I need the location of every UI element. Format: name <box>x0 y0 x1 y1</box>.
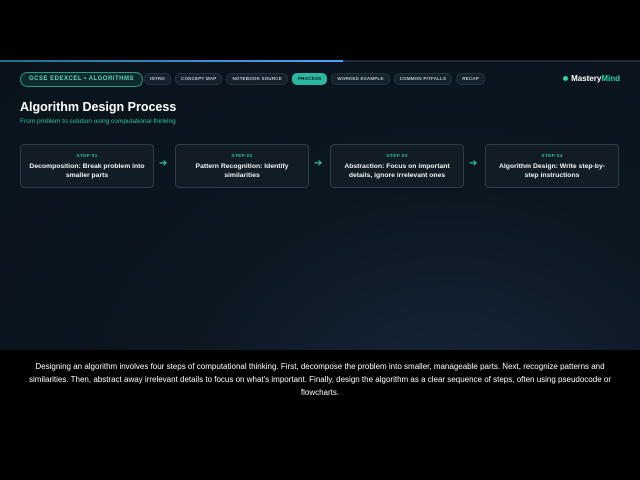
top-bar: GCSE EDEXCEL • ALGORITHMS INTRO CONCEPT … <box>20 72 620 87</box>
step-card-3: STEP 03 Abstraction: Focus on important … <box>330 144 464 188</box>
step-number: STEP 01 <box>76 154 98 159</box>
step-card-4: STEP 04 Algorithm Design: Write step-by-… <box>485 144 619 188</box>
step-description: Algorithm Design: Write step-by-step ins… <box>499 163 605 179</box>
brand-logo: MasteryMind <box>563 72 620 85</box>
arrow-right-icon: ➔ <box>469 158 478 169</box>
progress-bar <box>0 60 640 62</box>
tab-process[interactable]: PROCESS <box>291 73 328 85</box>
tab-concept-map[interactable]: CONCEPT MAP <box>175 73 223 85</box>
slide-stage: GCSE EDEXCEL • ALGORITHMS INTRO CONCEPT … <box>0 60 640 420</box>
tab-notebook-source[interactable]: NOTEBOOK SOURCE <box>226 73 288 85</box>
process-steps: STEP 01 Decomposition: Break problem int… <box>20 144 620 190</box>
step-description: Abstraction: Focus on important details,… <box>344 163 450 179</box>
brand-dot-icon <box>563 76 569 81</box>
slide-title: Algorithm Design Process <box>20 100 177 114</box>
course-label[interactable]: GCSE EDEXCEL • ALGORITHMS <box>20 72 143 87</box>
section-tabs: INTRO CONCEPT MAP NOTEBOOK SOURCE PROCES… <box>144 73 485 85</box>
brand-name-part1: Mastery <box>571 74 602 83</box>
step-card-1: STEP 01 Decomposition: Break problem int… <box>20 144 154 188</box>
step-description: Pattern Recognition: Identify similariti… <box>195 163 289 179</box>
step-number: STEP 04 <box>541 154 563 159</box>
tab-recap[interactable]: RECAP <box>456 73 485 85</box>
tab-intro[interactable]: INTRO <box>144 73 171 85</box>
tab-worked-example[interactable]: WORKED EXAMPLE <box>331 73 390 85</box>
arrow-right-icon: ➔ <box>314 158 323 169</box>
brand-name: MasteryMind <box>571 74 620 83</box>
tab-common-pitfalls[interactable]: COMMON PITFALLS <box>393 73 453 85</box>
caption-text: Designing an algorithm involves four ste… <box>29 362 611 397</box>
step-number: STEP 03 <box>386 154 408 159</box>
arrow-right-icon: ➔ <box>159 158 168 169</box>
progress-fill <box>0 60 343 62</box>
slide-subtitle: From problem to solution using computati… <box>20 118 176 125</box>
brand-name-part2: Mind <box>601 74 620 83</box>
narration-caption: Designing an algorithm involves four ste… <box>0 350 640 420</box>
step-number: STEP 02 <box>231 154 253 159</box>
step-description: Decomposition: Break problem into smalle… <box>29 163 145 179</box>
step-card-2: STEP 02 Pattern Recognition: Identify si… <box>175 144 309 188</box>
